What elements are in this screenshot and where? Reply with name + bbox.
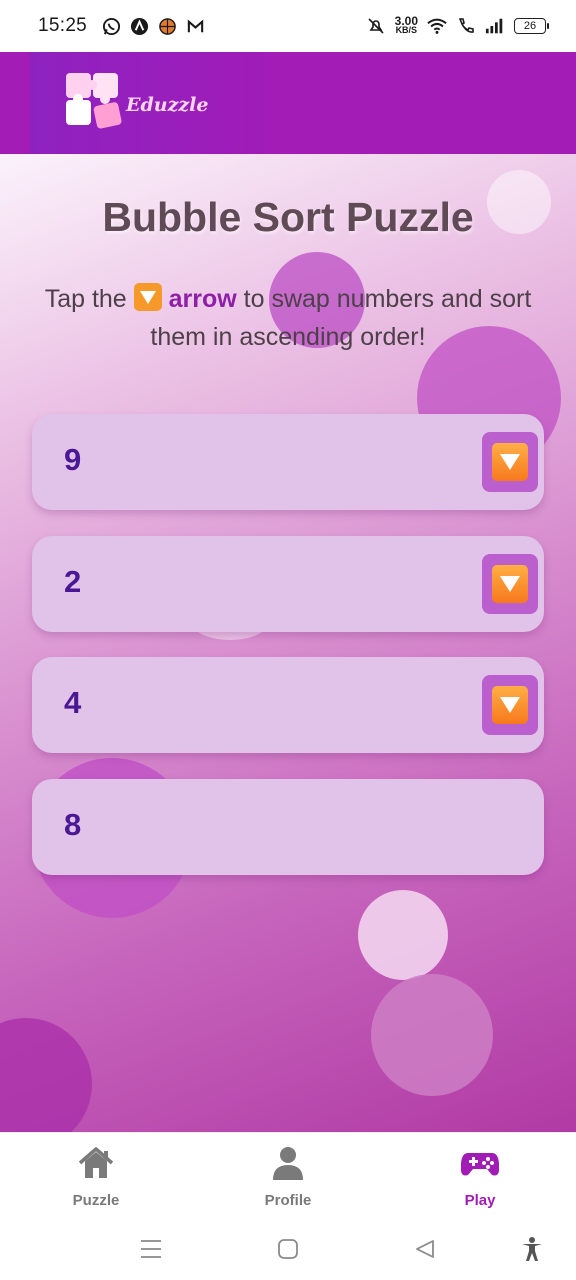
instructions-text: Tap the arrow to swap numbers and sort t… [44,283,532,351]
notification-icons [101,16,205,36]
swap-down-button[interactable] [482,554,538,614]
status-bar: 15:25 3.00 KB/S 26 [0,0,576,52]
down-arrow-icon [492,565,528,603]
number-card: 8 [32,779,544,875]
number-card: 9 [32,414,544,510]
number-value: 9 [64,442,82,477]
battery-indicator: 26 [514,18,549,34]
nav-item-play[interactable]: Play [384,1133,576,1220]
instruction-highlight: arrow [168,285,237,313]
wifi-calling-icon [456,16,476,36]
network-speed: 3.00 KB/S [394,14,418,35]
decor-bubble [371,974,493,1096]
number-value: 2 [64,564,82,599]
mute-icon [366,16,386,36]
number-value: 4 [64,685,82,720]
logo-text: Eduzzle [126,94,209,116]
system-nav-bar [0,1220,576,1280]
puzzle-logo-icon [66,72,122,134]
nav-label: Play [464,1192,496,1209]
basketball-icon [157,16,177,36]
number-card: 2 [32,536,544,632]
arrow-emoji-icon [133,283,162,311]
person-icon [270,1145,306,1186]
home-icon [77,1145,115,1186]
accessibility-icon[interactable] [517,1234,547,1264]
whatsapp-icon [101,16,121,36]
puzzle-area: Bubble Sort Puzzle Tap the arrow to swap… [0,154,576,1132]
wifi-icon [427,16,447,36]
bottom-nav: Puzzle Profile Play [0,1132,576,1220]
nav-label: Puzzle [72,1192,120,1209]
nav-item-profile[interactable]: Profile [192,1133,384,1220]
app-a-icon [129,16,149,36]
gamepad-icon [460,1145,500,1186]
app-header: Eduzzle [0,52,576,154]
page-title: Bubble Sort Puzzle [102,194,474,240]
down-arrow-icon [492,686,528,724]
decor-bubble [358,890,448,980]
gmail-icon [185,16,205,36]
down-arrow-icon [492,443,528,481]
back-icon[interactable] [410,1234,440,1264]
home-button-icon[interactable] [273,1234,303,1264]
status-time: 15:25 [38,15,88,36]
menu-icon[interactable] [136,1234,166,1264]
decor-bubble [0,1018,92,1132]
system-status-icons: 3.00 KB/S 26 [366,14,549,36]
swap-down-button[interactable] [482,432,538,492]
nav-label: Profile [264,1192,312,1209]
app-logo[interactable]: Eduzzle [30,52,270,154]
signal-icon [485,16,505,36]
nav-item-puzzle[interactable]: Puzzle [0,1133,192,1220]
number-value: 8 [64,807,82,842]
swap-down-button[interactable] [482,675,538,735]
number-card: 4 [32,657,544,753]
